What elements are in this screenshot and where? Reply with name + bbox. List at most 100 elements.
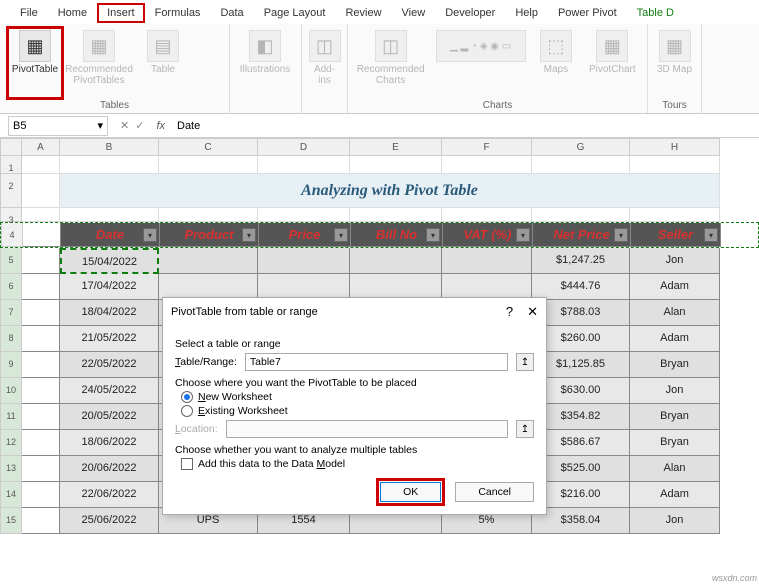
recommended-charts-button[interactable]: ◫ Recommended Charts [354,26,427,100]
col-header-B[interactable]: B [60,138,159,156]
tab-help[interactable]: Help [505,3,548,23]
collapse-location-icon[interactable]: ↥ [516,420,534,438]
col-header-E[interactable]: E [350,138,442,156]
dialog-close-icon[interactable]: ✕ [527,304,538,320]
table-cell[interactable]: Adam [630,482,720,508]
table-header-seller[interactable]: Seller▾ [631,223,721,247]
row-header-5[interactable]: 5 [0,248,22,274]
tab-insert[interactable]: Insert [97,3,145,23]
filter-product-icon[interactable]: ▾ [242,228,256,242]
filter-seller-icon[interactable]: ▾ [704,228,718,242]
row-header-9[interactable]: 9 [0,352,22,378]
row-header-3[interactable]: 3 [0,208,22,222]
cancel-button[interactable]: Cancel [455,482,534,502]
tab-data[interactable]: Data [210,3,253,23]
col-header-C[interactable]: C [159,138,258,156]
row-header-8[interactable]: 8 [0,326,22,352]
existing-worksheet-radio[interactable]: Existing Worksheet [181,405,534,417]
illustrations-button[interactable]: ◧ Illustrations [236,26,294,111]
table-cell[interactable]: 21/05/2022 [60,326,159,352]
table-cell[interactable]: Jon [630,378,720,404]
table-cell[interactable] [350,248,442,274]
table-cell[interactable]: 24/05/2022 [60,378,159,404]
row-header-13[interactable]: 13 [0,456,22,482]
table-header-date[interactable]: Date▾ [61,223,160,247]
table-cell[interactable]: Adam [630,274,720,300]
table-header-product[interactable]: Product▾ [160,223,259,247]
select-all-corner[interactable] [0,138,22,156]
table-cell[interactable]: 20/06/2022 [60,456,159,482]
tab-formulas[interactable]: Formulas [145,3,211,23]
row-header-4[interactable]: 4 [1,223,23,247]
tab-page-layout[interactable]: Page Layout [254,3,336,23]
table-cell[interactable]: 22/05/2022 [60,352,159,378]
col-header-G[interactable]: G [532,138,630,156]
collapse-range-icon[interactable]: ↥ [516,353,534,371]
tab-developer[interactable]: Developer [435,3,505,23]
tab-home[interactable]: Home [48,3,97,23]
row-header-2[interactable]: 2 [0,174,22,208]
table-cell[interactable]: Jon [630,508,720,534]
table-cell[interactable] [159,248,258,274]
add-to-data-model-checkbox[interactable]: Add this data to the Data Model [181,458,534,470]
row-header-12[interactable]: 12 [0,430,22,456]
table-range-input[interactable] [245,353,508,371]
table-cell[interactable]: 22/06/2022 [60,482,159,508]
table-cell[interactable]: Jon [630,248,720,274]
row-header-1[interactable]: 1 [0,156,22,174]
formula-input[interactable]: Date [171,120,759,132]
dialog-help-icon[interactable]: ? [506,304,513,320]
col-header-A[interactable]: A [22,138,60,156]
tab-review[interactable]: Review [335,3,391,23]
tab-table-design[interactable]: Table D [627,3,684,23]
addins-button[interactable]: ◫ Add- ins [308,26,341,111]
ok-button[interactable]: OK [380,482,441,502]
row-header-7[interactable]: 7 [0,300,22,326]
row-header-10[interactable]: 10 [0,378,22,404]
table-header-price[interactable]: Price▾ [259,223,351,247]
name-box-dropdown-icon[interactable]: ▾ [97,119,103,132]
filter-date-icon[interactable]: ▾ [143,228,157,242]
table-cell[interactable]: Adam [630,326,720,352]
table-cell[interactable]: Bryan [630,352,720,378]
table-cell[interactable]: Bryan [630,430,720,456]
name-box[interactable]: B5 ▾ [8,116,108,136]
filter-vat-icon[interactable]: ▾ [516,228,530,242]
title-cell[interactable]: Analyzing with Pivot Table [60,174,720,208]
table-cell[interactable]: $1,247.25 [532,248,630,274]
table-header-billno[interactable]: Bill No▾ [351,223,443,247]
tab-view[interactable]: View [392,3,436,23]
tab-power-pivot[interactable]: Power Pivot [548,3,627,23]
filter-billno-icon[interactable]: ▾ [426,228,440,242]
pivot-chart-button[interactable]: ▦ PivotChart [584,26,641,100]
table-cell[interactable] [258,248,350,274]
pivot-table-button[interactable]: ▦ PivotTable [6,26,64,100]
table-cell[interactable]: Alan [630,456,720,482]
recommended-pivot-tables-button[interactable]: ▦ Recommended PivotTables [70,26,128,100]
filter-price-icon[interactable]: ▾ [334,228,348,242]
table-cell[interactable]: Bryan [630,404,720,430]
chart-types[interactable]: ▁ ▂ ◔ ◈ ◉ ▭ [433,26,528,100]
enter-formula-icon[interactable]: ✓ [135,119,144,132]
table-cell[interactable]: 25/06/2022 [60,508,159,534]
fx-icon[interactable]: fx [150,120,171,132]
table-cell[interactable]: 15/04/2022 [60,248,159,274]
new-worksheet-radio[interactable]: New Worksheet [181,391,534,403]
col-header-H[interactable]: H [630,138,720,156]
col-header-D[interactable]: D [258,138,350,156]
row-header-14[interactable]: 14 [0,482,22,508]
table-header-netprice[interactable]: Net Price▾ [533,223,631,247]
table-cell[interactable]: Alan [630,300,720,326]
maps-button[interactable]: ⬚ Maps [534,26,578,100]
table-button[interactable]: ▤ Table [134,26,192,100]
row-header-6[interactable]: 6 [0,274,22,300]
table-header-vat[interactable]: VAT (%)▾ [443,223,533,247]
tab-file[interactable]: File [10,3,48,23]
table-cell[interactable]: 20/05/2022 [60,404,159,430]
cancel-formula-icon[interactable]: ✕ [120,119,129,132]
three-d-map-button[interactable]: ▦ 3D Map [654,26,695,100]
table-cell[interactable]: 17/04/2022 [60,274,159,300]
filter-netprice-icon[interactable]: ▾ [614,228,628,242]
col-header-F[interactable]: F [442,138,532,156]
row-header-11[interactable]: 11 [0,404,22,430]
